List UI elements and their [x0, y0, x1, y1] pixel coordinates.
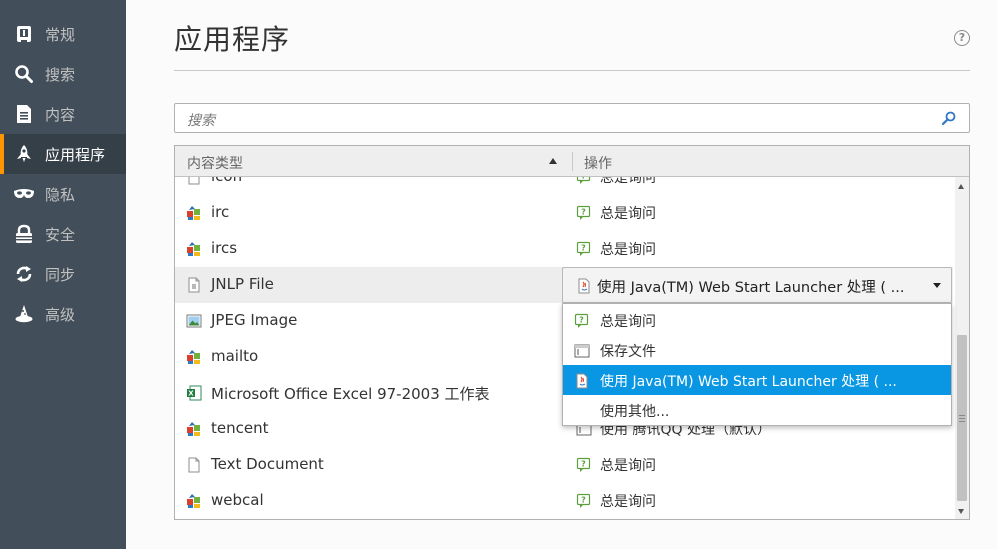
- ask-icon: [576, 241, 591, 257]
- sidebar: 常规 搜索 内容 应用程序 隐私 安全 同步 高级: [0, 0, 126, 549]
- content-type-name: JNLP File: [211, 275, 274, 293]
- ask-icon: [576, 457, 591, 473]
- column-divider: [572, 152, 573, 171]
- table-row[interactable]: Text Document 总是询问: [175, 447, 953, 483]
- grip-line: [959, 418, 965, 419]
- search-icon: [13, 63, 35, 85]
- table-header-overlay: 内容类型 操作: [175, 146, 969, 177]
- content-type-name: Text Document: [211, 455, 324, 473]
- java-icon: [578, 278, 590, 294]
- sidebar-item-label: 同步: [45, 265, 76, 284]
- sidebar-item-privacy[interactable]: 隐私: [0, 174, 126, 214]
- ask-icon: [576, 205, 591, 221]
- menu-item-java-launcher[interactable]: 使用 Java(TM) Web Start Launcher 处理 ( ...: [563, 365, 951, 395]
- scroll-down-arrow-icon[interactable]: [958, 509, 964, 514]
- image-file-icon: [186, 314, 202, 328]
- sidebar-item-general[interactable]: 常规: [0, 14, 126, 54]
- rocket-icon: [13, 143, 35, 165]
- wizard-hat-icon: [13, 303, 35, 325]
- sidebar-item-label: 安全: [45, 225, 76, 244]
- scrollbar-thumb[interactable]: [957, 335, 967, 501]
- sidebar-item-label: 内容: [45, 105, 76, 124]
- menu-item-label: 使用 Java(TM) Web Start Launcher 处理 ( ...: [600, 374, 897, 390]
- sidebar-item-sync[interactable]: 同步: [0, 254, 126, 294]
- action-dropdown-menu: 总是询问 保存文件 使用 Java(TM) Web Start Launcher…: [562, 303, 952, 426]
- sidebar-item-content[interactable]: 内容: [0, 94, 126, 134]
- app-icon: [187, 422, 200, 436]
- app-icon: [187, 494, 200, 508]
- table-row[interactable]: irc 总是询问: [175, 195, 953, 231]
- search-placeholder: 搜索: [187, 113, 215, 129]
- search-icon[interactable]: [941, 110, 957, 126]
- action-label: 总是询问: [600, 458, 656, 474]
- general-icon: [13, 23, 35, 45]
- sidebar-item-label: 常规: [45, 25, 76, 44]
- sidebar-item-label: 搜索: [45, 65, 76, 84]
- table-row[interactable]: webcal 总是询问: [175, 483, 953, 519]
- sidebar-item-label: 应用程序: [45, 145, 106, 164]
- content-type-name: irc: [211, 203, 230, 221]
- jnlp-file-icon: [188, 277, 200, 293]
- excel-file-icon: X: [187, 385, 202, 401]
- content-type-name: ircs: [211, 239, 238, 257]
- search-input[interactable]: 搜索: [174, 103, 970, 133]
- menu-item-always-ask[interactable]: 总是询问: [563, 305, 951, 335]
- ask-icon: [576, 493, 591, 509]
- sidebar-item-label: 隐私: [45, 185, 76, 204]
- action-label: 总是询问: [600, 206, 656, 222]
- text-file-icon: [188, 457, 200, 473]
- content-type-name: JPEG Image: [211, 311, 298, 329]
- svg-text:X: X: [188, 390, 194, 398]
- sort-ascending-icon: [549, 158, 557, 164]
- column-header-action[interactable]: 操作: [584, 153, 612, 173]
- content-type-name: tencent: [211, 419, 269, 437]
- lock-icon: [13, 223, 35, 245]
- sync-icon: [13, 263, 35, 285]
- sidebar-item-label: 高级: [45, 305, 76, 324]
- save-file-icon: [574, 344, 590, 358]
- mask-icon: [13, 183, 35, 205]
- help-icon[interactable]: ?: [954, 30, 970, 46]
- content-type-name: Microsoft Office Excel 97-2003 工作表: [211, 385, 490, 403]
- menu-item-use-other[interactable]: 使用其他...: [563, 395, 951, 425]
- action-dropdown[interactable]: 使用 Java(TM) Web Start Launcher 处理 ( ...: [562, 267, 952, 303]
- column-header-content-type[interactable]: 内容类型: [187, 153, 243, 173]
- content-type-name: mailto: [211, 347, 259, 365]
- table-row[interactable]: ircs 总是询问: [175, 231, 953, 267]
- grip-line: [959, 415, 965, 416]
- vertical-scrollbar[interactable]: [955, 177, 969, 519]
- scroll-up-arrow-icon[interactable]: [958, 184, 964, 189]
- app-icon: [187, 242, 200, 256]
- java-icon: [576, 373, 588, 389]
- header-divider: [174, 70, 970, 71]
- sidebar-item-applications[interactable]: 应用程序: [0, 134, 126, 174]
- menu-item-label: 总是询问: [600, 314, 656, 330]
- sidebar-item-advanced[interactable]: 高级: [0, 294, 126, 334]
- sidebar-item-search[interactable]: 搜索: [0, 54, 126, 94]
- menu-item-save-file[interactable]: 保存文件: [563, 335, 951, 365]
- content-icon: [13, 103, 35, 125]
- page-title: 应用程序: [174, 23, 291, 56]
- content-type-name: webcal: [211, 491, 264, 509]
- action-label: 总是询问: [600, 242, 656, 258]
- app-icon: [187, 350, 200, 364]
- ask-icon: [574, 313, 589, 329]
- grip-line: [959, 421, 965, 422]
- app-icon: [187, 206, 200, 220]
- action-dropdown-value: 使用 Java(TM) Web Start Launcher 处理 ( ...: [597, 280, 905, 296]
- chevron-down-icon: [933, 283, 941, 288]
- menu-item-label: 保存文件: [600, 344, 656, 360]
- action-label: 总是询问: [600, 494, 656, 510]
- menu-item-label: 使用其他...: [600, 404, 670, 420]
- sidebar-item-security[interactable]: 安全: [0, 214, 126, 254]
